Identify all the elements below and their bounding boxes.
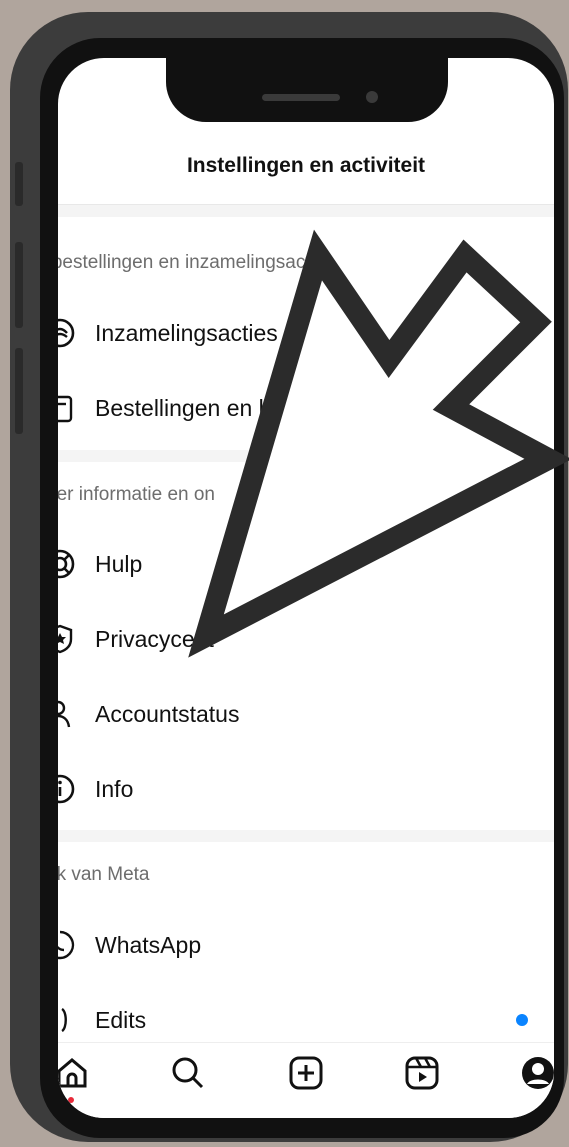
speaker <box>262 94 340 101</box>
tab-bar <box>58 1042 554 1118</box>
create-icon[interactable] <box>288 1055 324 1091</box>
mute-switch <box>15 162 23 206</box>
help-lifebuoy-icon <box>58 549 75 579</box>
notch <box>166 58 448 122</box>
menu-item-label: Info <box>95 776 134 802</box>
menu-item-privacy-center[interactable]: Privacycent <box>58 615 554 665</box>
section-label-info: eer informatie en on <box>58 484 215 505</box>
menu-item-orders[interactable]: Bestellingen en be <box>58 384 554 434</box>
section-divider <box>58 450 554 462</box>
info-icon <box>58 774 75 804</box>
whatsapp-icon <box>58 930 75 960</box>
section-label-meta: ok van Meta <box>58 864 150 885</box>
search-icon[interactable] <box>170 1055 206 1091</box>
reels-icon[interactable] <box>404 1055 440 1091</box>
menu-item-help[interactable]: Hulp <box>58 540 554 590</box>
home-icon[interactable] <box>58 1055 90 1091</box>
menu-item-label: Edits <box>95 1007 147 1033</box>
front-camera <box>366 91 378 103</box>
menu-item-whatsapp[interactable]: WhatsApp <box>58 921 554 971</box>
privacy-shield-icon <box>58 624 73 654</box>
menu-item-label: Hulp <box>95 551 143 577</box>
menu-item-label: Accountstatus <box>95 701 240 727</box>
profile-icon[interactable] <box>520 1055 554 1091</box>
page-title: Instellingen en activiteit <box>186 154 426 177</box>
home-indicator-dot <box>68 1097 74 1103</box>
menu-item-label: Bestellingen en be <box>95 395 285 421</box>
menu-item-label: WhatsApp <box>95 932 202 958</box>
fundraiser-icon <box>58 318 75 348</box>
account-status-icon <box>58 700 71 728</box>
menu-item-label: Privacycent <box>95 626 214 652</box>
orders-icon <box>58 395 73 423</box>
settings-header: Instellingen en activiteit <box>58 126 554 205</box>
menu-item-fundraisers[interactable]: Inzamelingsacties <box>58 309 554 359</box>
menu-item-edits[interactable]: Edits <box>58 996 554 1046</box>
volume-up-button <box>15 242 23 328</box>
menu-item-label: Inzamelingsacties <box>95 320 278 346</box>
edits-icon <box>61 1007 67 1033</box>
menu-item-info[interactable]: Info <box>58 765 554 815</box>
screen-bezel: Instellingen en activiteit e bestellinge… <box>40 38 564 1138</box>
section-divider <box>58 830 554 842</box>
phone-frame: Instellingen en activiteit e bestellinge… <box>10 12 568 1142</box>
menu-item-account-status[interactable]: Accountstatus <box>58 690 554 740</box>
volume-down-button <box>15 348 23 434</box>
notification-dot <box>516 1014 528 1026</box>
section-label-orders: e bestellingen en inzamelingsacties <box>58 252 335 273</box>
app-screen: Instellingen en activiteit e bestellinge… <box>58 58 554 1118</box>
section-divider <box>58 205 554 217</box>
